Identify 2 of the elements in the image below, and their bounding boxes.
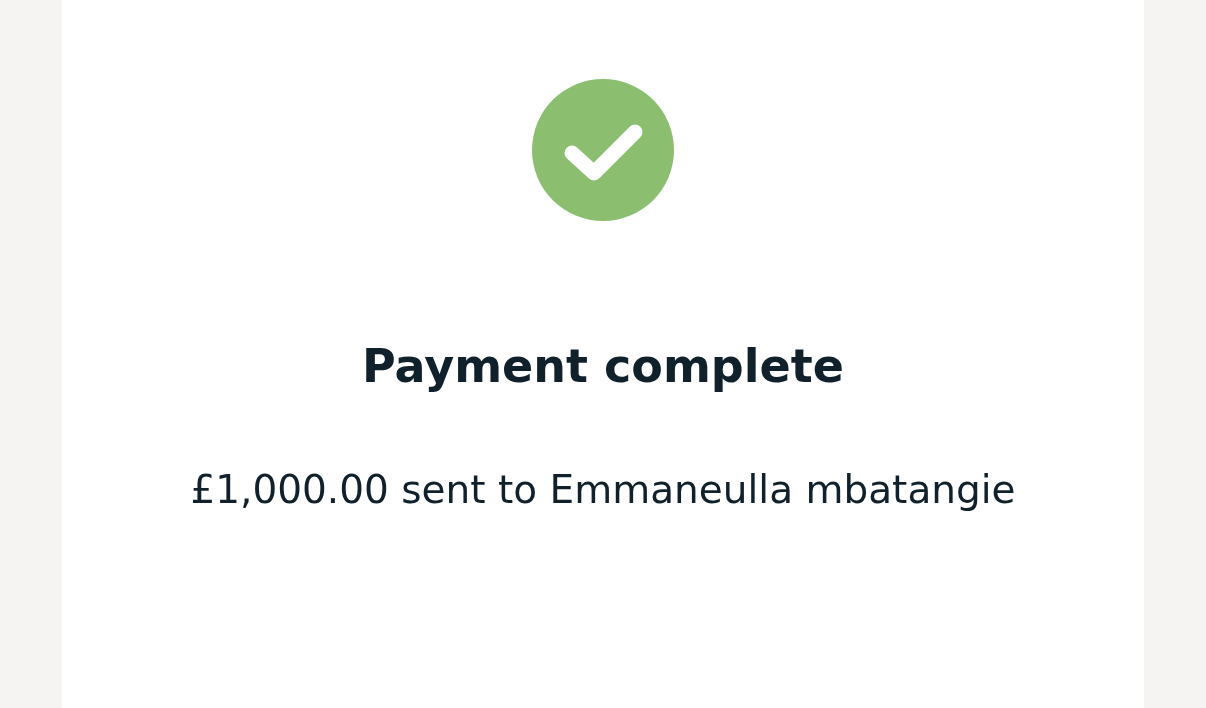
- payment-message: £1,000.00 sent to Emmaneulla mbatangie: [190, 466, 1016, 514]
- page-title: Payment complete: [362, 338, 844, 395]
